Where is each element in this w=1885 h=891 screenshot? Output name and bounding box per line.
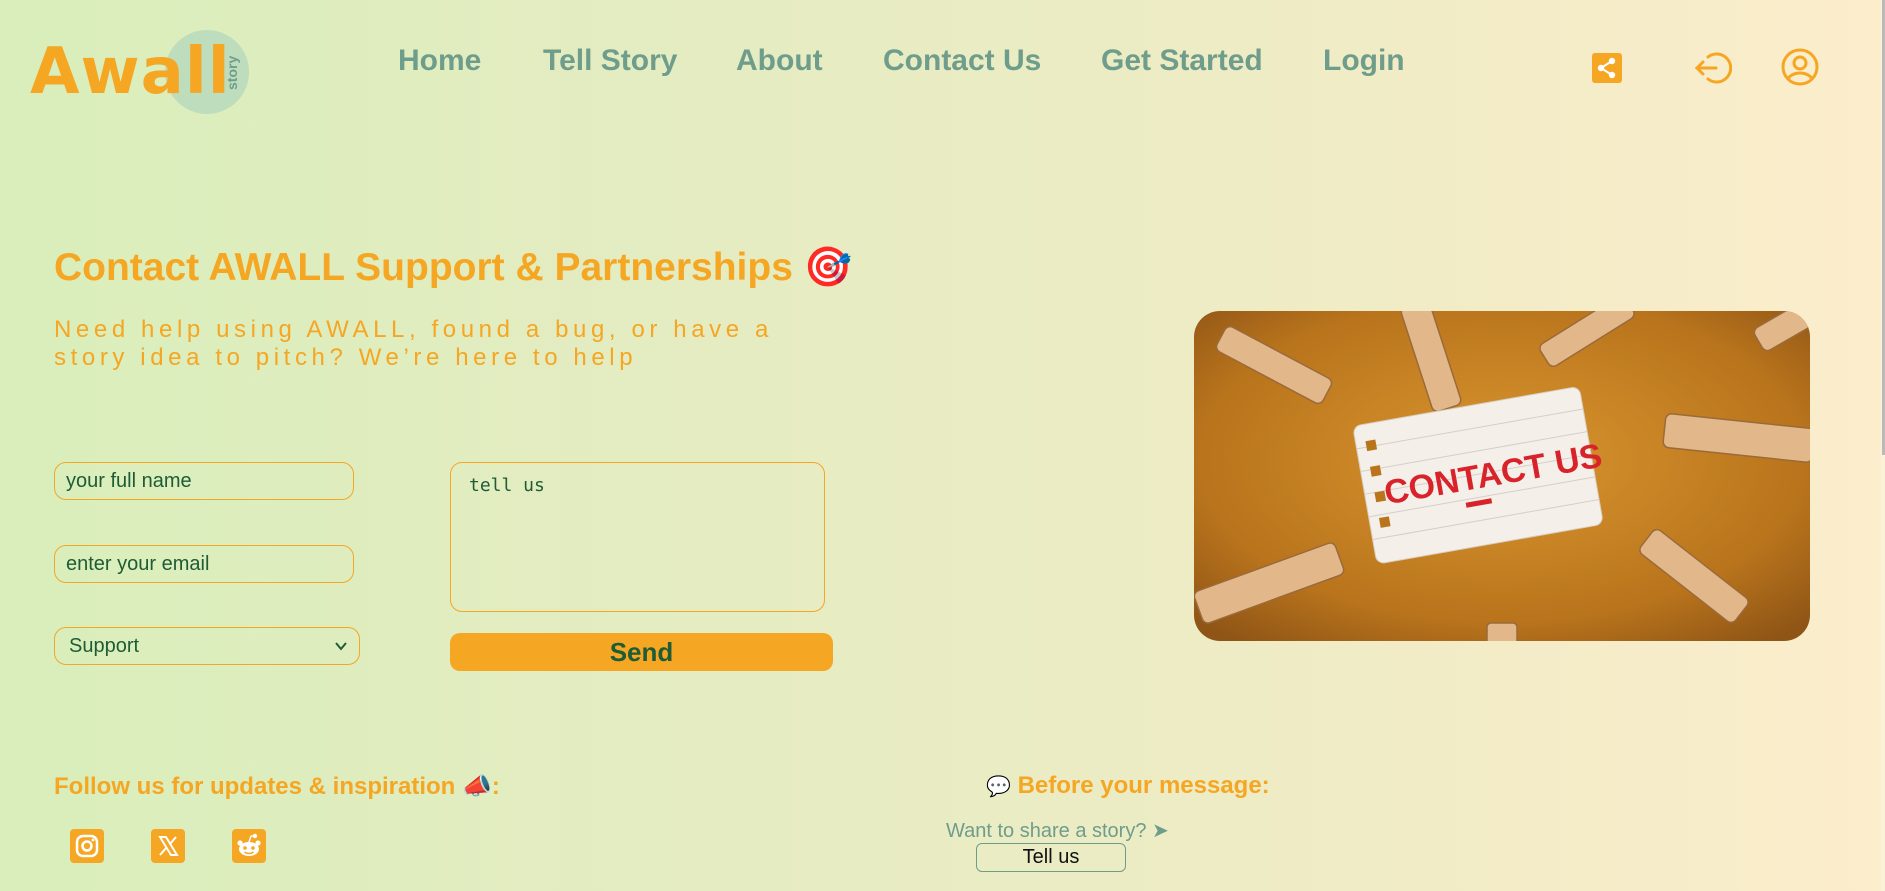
nav-contact-us[interactable]: Contact Us [883, 44, 1041, 78]
message-textarea[interactable] [450, 462, 825, 612]
speech-bubble-icon: 💬 [986, 776, 1011, 798]
page-title-text: Contact AWALL Support & Partnerships [54, 246, 793, 289]
email-field[interactable] [54, 545, 354, 583]
page-title: Contact AWALL Support & Partnerships 🎯 [54, 244, 852, 290]
page-subtitle: Need help using AWALL, found a bug, or h… [54, 316, 773, 371]
nav-login[interactable]: Login [1323, 44, 1405, 78]
user-icon[interactable] [1779, 46, 1821, 88]
name-field[interactable] [54, 462, 354, 500]
follow-heading-text: Follow us for updates & inspiration [54, 773, 456, 800]
follow-heading: Follow us for updates & inspiration 📣: [54, 772, 500, 801]
megaphone-icon: 📣 [462, 773, 492, 800]
follow-heading-suffix: : [491, 773, 500, 800]
topic-select[interactable]: Support [54, 627, 360, 665]
logout-icon[interactable] [1692, 48, 1733, 88]
tell-us-button[interactable]: Tell us [976, 843, 1126, 872]
nav-about[interactable]: About [736, 44, 823, 78]
nav-tell-story[interactable]: Tell Story [543, 44, 677, 78]
contact-us-image: CONTACT US [1194, 311, 1810, 641]
nav-home[interactable]: Home [398, 44, 481, 78]
send-button[interactable]: Send [450, 633, 833, 671]
reddit-icon[interactable] [232, 829, 266, 863]
before-message-text: Before your message: [1017, 772, 1270, 799]
logo[interactable]: Awall [30, 32, 231, 112]
nav-get-started[interactable]: Get Started [1101, 44, 1263, 78]
target-emoji-icon: 🎯 [803, 246, 853, 289]
share-icon[interactable] [1592, 51, 1622, 85]
chevron-down-icon [333, 637, 349, 660]
instagram-icon[interactable] [70, 829, 104, 863]
before-message-heading: 💬 Before your message: [986, 772, 1270, 800]
share-story-prompt: Want to share a story? ➤ [946, 820, 1169, 842]
logo-subtext: story [224, 55, 240, 90]
x-icon[interactable] [151, 829, 185, 863]
topic-select-value: Support [69, 635, 140, 657]
